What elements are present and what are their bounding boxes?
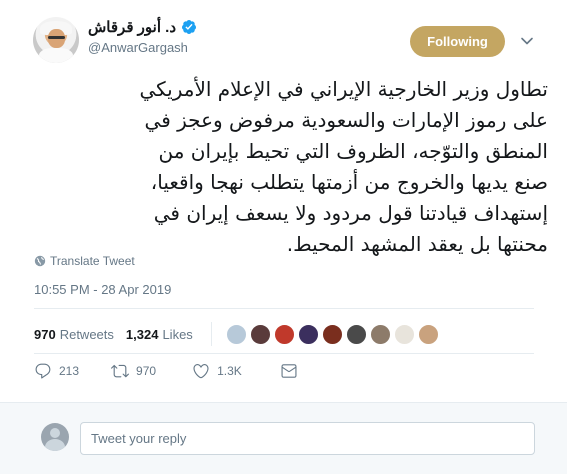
reply-composer <box>0 402 567 474</box>
retweet-count: 970 <box>136 364 157 378</box>
retweets-stat[interactable]: 970 Retweets <box>34 327 114 342</box>
likes-count: 1,324 <box>125 326 159 342</box>
like-button[interactable]: 1.3K <box>192 362 242 380</box>
likes-stat[interactable]: 1,324 Likes <box>126 327 193 342</box>
reply-button[interactable]: 213 <box>34 362 79 380</box>
author-display-name[interactable]: د. أنور قرقاش <box>88 18 176 36</box>
liker-avatar[interactable] <box>369 323 391 345</box>
tweet-timestamp[interactable]: 10:55 PM - 28 Apr 2019 <box>34 282 171 297</box>
translate-label[interactable]: Translate Tweet <box>50 254 135 268</box>
tweet-line: إستهداف قيادتنا قول مردود ولا يسعف إيران… <box>153 201 548 225</box>
tweet-line: على رموز الإمارات والسعودية مرفوض وعجز ف… <box>144 108 548 132</box>
like-count: 1.3K <box>217 364 242 378</box>
liker-avatar[interactable] <box>273 323 295 345</box>
envelope-icon <box>281 364 297 378</box>
reply-icon <box>35 363 51 379</box>
stats-separator <box>210 322 212 346</box>
author-name-row[interactable]: د. أنور قرقاش <box>88 18 197 36</box>
heart-icon <box>193 364 209 379</box>
tweet-card: د. أنور قرقاش @AnwarGargash Following تط… <box>0 0 567 402</box>
divider <box>34 353 534 354</box>
reply-count: 213 <box>59 364 80 378</box>
author-handle[interactable]: @AnwarGargash <box>88 40 188 55</box>
retweets-label: Retweets <box>59 326 114 342</box>
retweet-icon <box>111 364 130 378</box>
liker-avatar[interactable] <box>321 323 343 345</box>
author-avatar[interactable] <box>33 17 79 63</box>
divider <box>34 308 534 309</box>
verified-badge-icon <box>182 20 197 34</box>
globe-icon <box>34 255 46 267</box>
liker-avatar[interactable] <box>249 323 271 345</box>
liker-avatar[interactable] <box>345 323 367 345</box>
translate-tweet-link[interactable]: Translate Tweet <box>34 254 135 268</box>
liker-avatars <box>225 323 439 345</box>
user-avatar <box>41 423 69 451</box>
liker-avatar[interactable] <box>297 323 319 345</box>
direct-message-button[interactable] <box>280 362 298 380</box>
liker-avatar[interactable] <box>225 323 247 345</box>
tweet-actions: 213 970 1.3K <box>34 362 298 380</box>
reply-input[interactable] <box>80 422 535 455</box>
likes-label: Likes <box>162 326 193 342</box>
tweet-stats: 970 Retweets 1,324 Likes <box>34 322 439 346</box>
following-button[interactable]: Following <box>410 26 505 57</box>
retweet-button[interactable]: 970 <box>111 362 156 380</box>
tweet-line: صنع يديها والخروج من أزمتها يتطلب نهجا و… <box>150 170 548 194</box>
liker-avatar[interactable] <box>417 323 439 345</box>
liker-avatar[interactable] <box>393 323 415 345</box>
chevron-down-icon[interactable] <box>520 34 534 48</box>
retweets-count: 970 <box>34 326 56 342</box>
tweet-line: تطاول وزير الخارجية الإيراني في الإعلام … <box>139 77 548 101</box>
tweet-line: المنطق والتوّجه، الظروف التي تحيط بإيران… <box>158 139 548 163</box>
tweet-text: تطاول وزير الخارجية الإيراني في الإعلام … <box>24 74 548 260</box>
